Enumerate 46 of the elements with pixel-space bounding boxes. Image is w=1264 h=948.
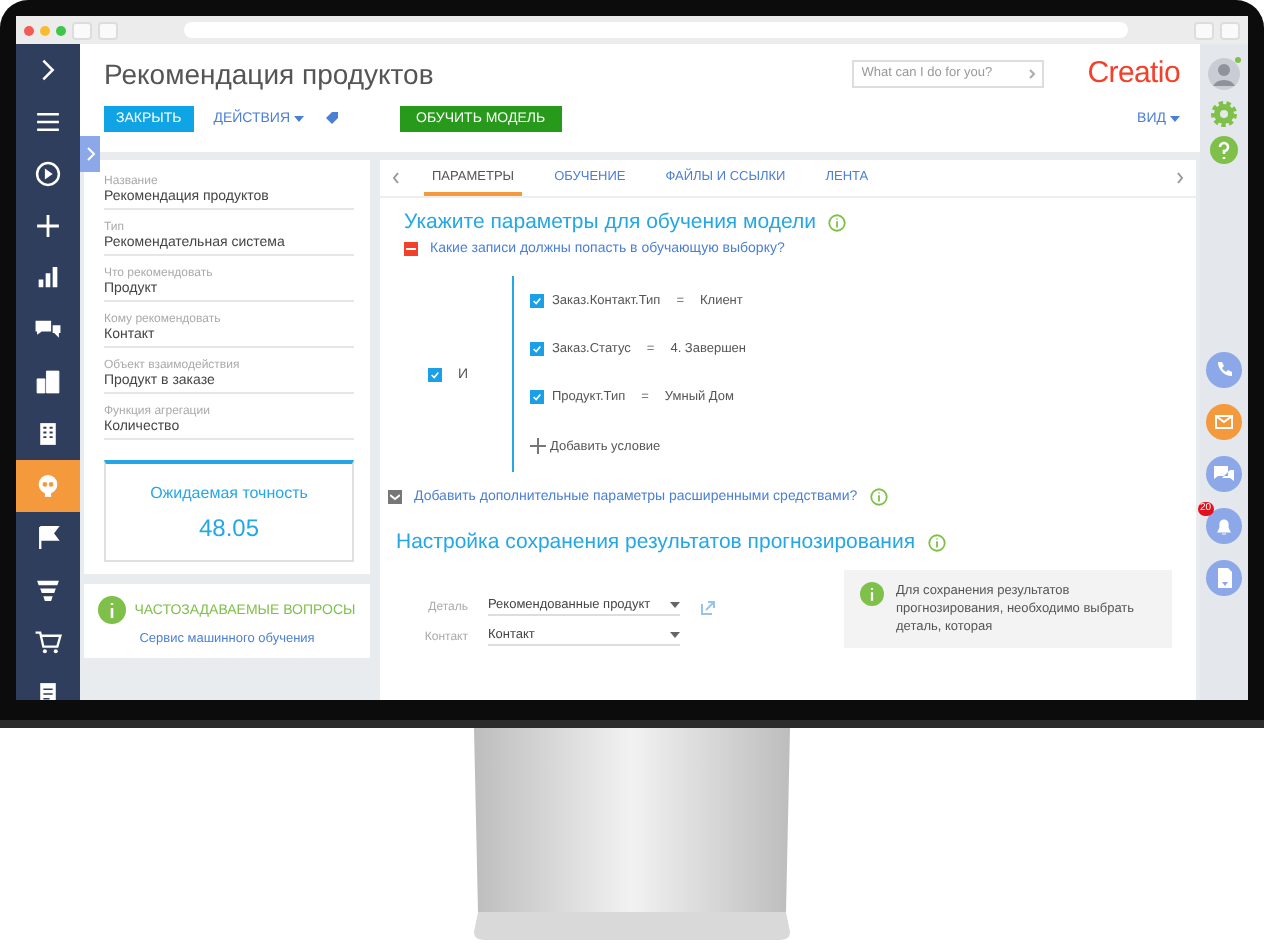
section-heading: Настройка сохранения результатов прогнозирования: [396, 530, 916, 554]
accuracy-value: 48.05: [198, 513, 260, 541]
help-icon[interactable]: [1210, 136, 1238, 164]
menu-icon: [34, 108, 62, 136]
avatar[interactable]: [1206, 56, 1242, 92]
expand-panel-button[interactable]: [80, 136, 100, 172]
building-icon: [34, 420, 62, 448]
chevron-right-icon: [85, 146, 95, 162]
info-icon: [98, 596, 127, 624]
bar-chart-icon: [34, 264, 62, 292]
document-icon[interactable]: [1206, 560, 1242, 596]
accuracy-title: Ожидаемая точность: [150, 483, 308, 501]
chat-icon[interactable]: [1206, 456, 1242, 492]
chevron-left-icon[interactable]: [392, 172, 400, 184]
funnel-icon: [34, 576, 62, 604]
buildings-icon: [34, 368, 62, 396]
section-heading: Укажите параметры для обучения модели: [404, 210, 816, 234]
open-link-icon[interactable]: [700, 599, 716, 615]
caret-icon: [670, 602, 680, 608]
settings-icon[interactable]: [1210, 100, 1238, 128]
flag-icon: [34, 524, 62, 552]
plus-icon: [34, 212, 62, 240]
cart-icon: [34, 628, 62, 656]
bell-icon[interactable]: [1206, 508, 1242, 544]
tag-icon[interactable]: [324, 112, 341, 126]
caret-icon: [1170, 116, 1180, 122]
email-icon[interactable]: [1206, 404, 1242, 440]
play-icon: [34, 160, 62, 188]
phone-icon[interactable]: [1206, 352, 1242, 388]
chevron-right-icon[interactable]: [1027, 67, 1036, 79]
page-title: Рекомендация продуктов: [104, 57, 436, 89]
checkbox[interactable]: [530, 341, 544, 356]
logo: Creatio: [1087, 56, 1180, 90]
chevron-right-icon[interactable]: [1176, 172, 1184, 184]
checkbox[interactable]: [530, 293, 544, 308]
plus-icon: [530, 438, 546, 455]
info-icon: [927, 533, 946, 551]
checkbox[interactable]: [530, 390, 544, 405]
checkbox[interactable]: [428, 367, 442, 381]
caret-icon: [670, 632, 680, 638]
info-icon: [827, 213, 846, 231]
expand-icon[interactable]: [388, 490, 402, 504]
info-icon: [869, 488, 888, 506]
collapse-icon[interactable]: [404, 242, 418, 256]
info-icon: [860, 582, 884, 606]
caret-icon: [294, 116, 305, 122]
